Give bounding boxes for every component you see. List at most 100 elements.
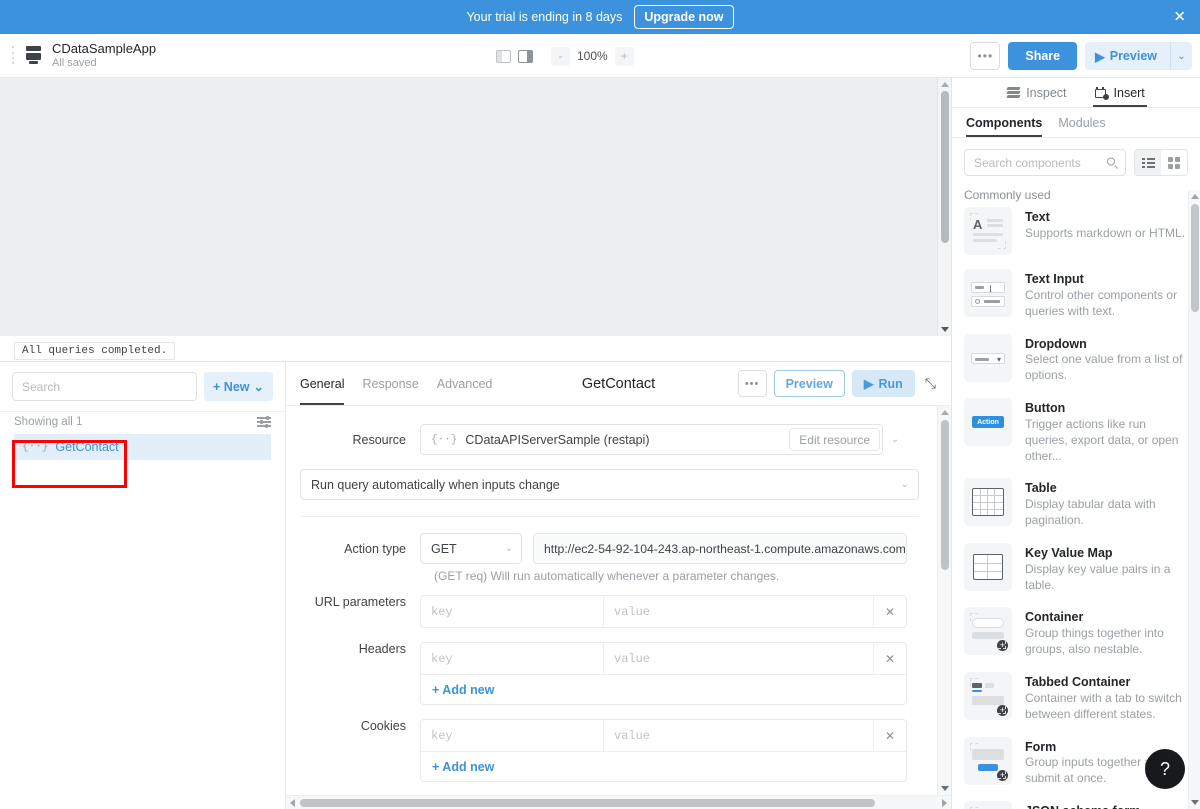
component-item-button[interactable]: Action Button Trigger actions like run q… [964,391,1188,471]
new-query-button[interactable]: + New ⌄ [204,372,273,401]
component-item-container[interactable]: + Container Group things together into g… [964,600,1188,665]
query-preview-button[interactable]: Preview [774,370,845,397]
list-item[interactable]: {··} GetContact [14,434,271,460]
header-key-input[interactable]: key [421,643,604,674]
resource-value: CDataAPIServerSample (restapi) [465,433,649,447]
scroll-down-icon[interactable] [1191,800,1199,805]
chevron-down-icon[interactable]: ⌄ [1170,42,1192,70]
component-item-key-value-map[interactable]: Key Value Map Display key value pairs in… [964,536,1188,601]
tab-insert[interactable]: Insert [1095,78,1145,107]
component-desc: Select one value from a list of options. [1025,352,1188,384]
share-button[interactable]: Share [1008,42,1077,70]
cookie-key-input[interactable]: key [421,720,604,751]
query-more-options-button[interactable]: ••• [738,370,767,397]
http-method-select[interactable]: GET ⌄ [420,533,522,564]
scroll-right-icon[interactable] [942,799,947,807]
component-name: Container [1025,609,1188,626]
subtab-components[interactable]: Components [966,108,1042,137]
chevron-down-icon[interactable]: ⌄ [883,434,907,445]
component-item-dropdown[interactable]: ▾ Dropdown Select one value from a list … [964,327,1188,392]
scroll-up-icon[interactable] [941,82,949,87]
left-panel-toggle-icon[interactable] [496,50,511,63]
app-canvas[interactable] [0,78,951,336]
upgrade-now-button[interactable]: Upgrade now [634,5,733,29]
add-header-button[interactable]: + Add new [421,674,906,704]
query-search-input[interactable] [12,372,197,401]
zoom-out-button[interactable]: - [551,47,570,66]
subtab-modules[interactable]: Modules [1058,108,1105,137]
panel-subtabs: Components Modules [952,108,1200,138]
scroll-left-icon[interactable] [290,799,295,807]
scroll-up-icon[interactable] [941,410,949,415]
add-cookie-button[interactable]: + Add new [421,751,906,781]
component-item-json-schema-form[interactable]: JSON + JSON schema form Generate forms f… [964,794,1188,809]
url-param-key-input[interactable]: key [421,596,604,627]
run-mode-select[interactable]: Run query automatically when inputs chan… [300,469,919,500]
app-root: Your trial is ending in 8 days Upgrade n… [0,0,1200,809]
search-components-field[interactable] [964,149,1126,176]
expand-icon[interactable]: ⤡ [922,375,939,392]
tab-inspect[interactable]: Inspect [1007,78,1066,107]
scrollbar-thumb[interactable] [1191,204,1199,312]
list-view-icon[interactable] [1135,150,1161,175]
drag-handle-icon[interactable] [10,44,16,66]
chevron-down-icon: ⌄ [254,379,264,394]
header-value-input[interactable]: value [604,643,873,674]
remove-row-icon[interactable]: ✕ [873,720,906,751]
component-text-block: Button Trigger actions like run queries,… [1025,398,1188,464]
request-url-input[interactable]: http://ec2-54-92-104-243.ap-northeast-1.… [533,533,907,564]
component-text-block: JSON schema form Generate forms from an … [1025,801,1188,809]
close-icon[interactable]: ✕ [1173,10,1186,25]
http-method-value: GET [431,542,457,556]
more-options-button[interactable]: ••• [970,42,1000,70]
scroll-down-icon[interactable] [941,786,949,791]
container-component-icon: + [964,607,1012,655]
grid-view-icon[interactable] [1161,150,1187,175]
header-left: CDataSampleApp All saved [0,41,156,69]
component-item-text-input[interactable]: I Text Input Control other components or… [964,262,1188,327]
zoom-in-button[interactable]: + [615,47,634,66]
url-parameters-box: key value ✕ [420,595,907,628]
cookie-value-input[interactable]: value [604,720,873,751]
right-panel-toggle-icon[interactable] [518,50,533,63]
component-item-tabbed-container[interactable]: + Tabbed Container Container with a tab … [964,665,1188,730]
tab-general[interactable]: General [300,362,344,405]
scrollbar-thumb[interactable] [941,420,949,570]
kv-row: key value ✕ [421,720,906,751]
component-item-table[interactable]: Table Display tabular data with paginati… [964,471,1188,536]
view-mode-toggle [1134,149,1188,176]
right-inspector-panel: Inspect Insert Components Modules [951,78,1200,809]
edit-resource-button[interactable]: Edit resource [789,428,880,451]
canvas-vertical-scrollbar[interactable] [937,78,951,336]
component-desc: Supports markdown or HTML. [1025,226,1185,242]
preview-button[interactable]: ▶ Preview [1085,42,1170,70]
tabbed-container-component-icon: + [964,672,1012,720]
query-editor-vertical-scrollbar[interactable] [937,406,951,795]
component-scroll-area[interactable]: A Text Supports markdown or HTML. [952,200,1200,809]
url-parameters-label: URL parameters [300,595,420,628]
help-button[interactable]: ? [1145,749,1185,789]
remove-row-icon[interactable]: ✕ [873,596,906,627]
tab-response[interactable]: Response [362,362,418,405]
query-run-button[interactable]: ▶ Run [852,370,915,397]
filter-icon[interactable] [257,416,271,428]
layers-icon [1007,87,1020,98]
query-editor-horizontal-scrollbar[interactable] [286,795,951,809]
url-param-value-input[interactable]: value [604,596,873,627]
component-text-block: Text Supports markdown or HTML. [1025,207,1185,242]
component-name: Button [1025,400,1188,417]
tab-advanced[interactable]: Advanced [437,362,493,405]
scrollbar-thumb[interactable] [300,799,875,807]
component-item-text[interactable]: A Text Supports markdown or HTML. [964,200,1188,262]
remove-row-icon[interactable]: ✕ [873,643,906,674]
save-status: All saved [52,57,156,70]
scroll-up-icon[interactable] [1191,194,1199,199]
showing-count-label: Showing all 1 [14,416,82,428]
component-desc: Control other components or queries with… [1025,288,1188,320]
scroll-down-icon[interactable] [941,327,949,332]
button-component-icon: Action [964,398,1012,446]
component-list-scrollbar[interactable] [1188,190,1200,809]
search-input[interactable] [974,156,1101,170]
scrollbar-thumb[interactable] [941,91,949,243]
resource-field[interactable]: {··} CDataAPIServerSample (restapi) Edit… [420,424,883,455]
